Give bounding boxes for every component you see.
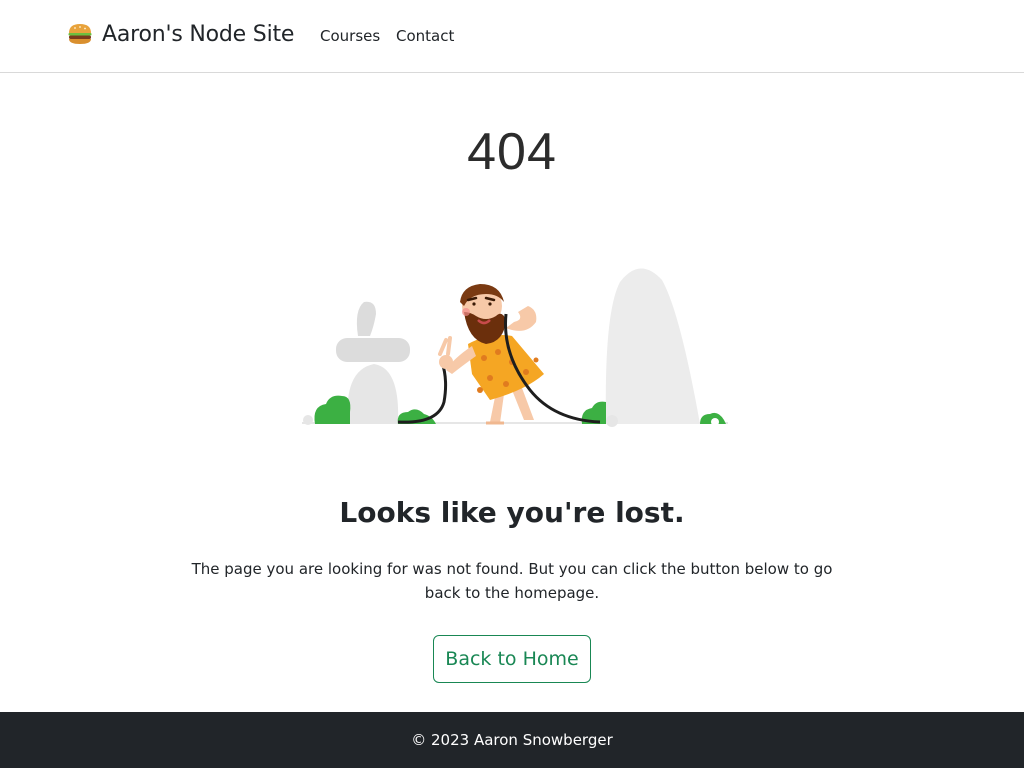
lost-headline: Looks like you're lost. [339, 496, 685, 529]
brand-link[interactable]: Aaron's Node Site [67, 19, 294, 49]
nav-link-courses[interactable]: Courses [320, 27, 380, 45]
not-found-description: The page you are looking for was not fou… [191, 560, 833, 602]
error-code: 404 [467, 123, 557, 181]
hamburger-emoji-icon [68, 24, 92, 44]
back-to-home-button[interactable]: Back to Home [433, 635, 591, 683]
top-navbar: Aaron's Node Site Courses Contact [0, 0, 1024, 73]
copyright-text: © 2023 Aaron Snowberger [411, 731, 613, 749]
brand-title: Aaron's Node Site [102, 21, 295, 47]
nav-link-contact[interactable]: Contact [396, 27, 454, 45]
footer: © 2023 Aaron Snowberger [0, 712, 1024, 768]
caveman-unplugged-cable-illustration [302, 268, 728, 427]
